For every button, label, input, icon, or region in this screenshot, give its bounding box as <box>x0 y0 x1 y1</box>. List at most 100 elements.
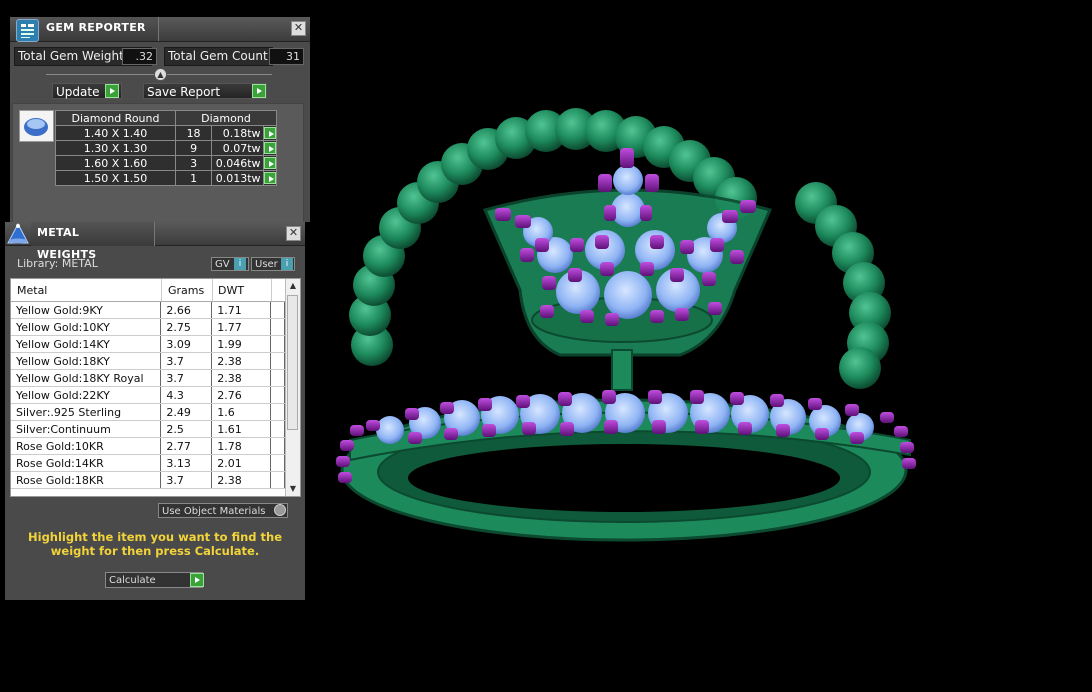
metal-grams: 2.75 <box>160 318 213 336</box>
row-spacer <box>270 386 285 404</box>
metal-weights-panel: METAL WEIGHTS ✕ Library: METAL GV i User… <box>5 222 305 600</box>
update-go-icon[interactable] <box>105 84 119 98</box>
gem-count: 3 <box>174 155 213 171</box>
scroll-up-arrow-icon[interactable]: ▲ <box>286 279 300 293</box>
calculate-go-icon[interactable] <box>190 573 204 587</box>
metal-column-header[interactable]: Metal <box>17 284 47 297</box>
gem-material-header: Diamond <box>175 110 277 126</box>
metal-dwt: 1.78 <box>211 437 271 455</box>
metal-grams: 3.7 <box>160 471 213 489</box>
save-report-button[interactable]: Save Report <box>143 83 267 99</box>
grams-column-header[interactable]: Grams <box>168 284 204 297</box>
metal-list-scrollbar[interactable]: ▲ ▼ <box>285 279 300 496</box>
metal-grams: 2.49 <box>160 403 213 421</box>
metal-weights-close-icon[interactable]: ✕ <box>286 226 301 241</box>
metal-row[interactable]: Yellow Gold:9KY 2.66 1.71 <box>11 302 285 319</box>
gem-size: 1.30 X 1.30 <box>55 140 176 156</box>
gem-row-go-icon[interactable] <box>262 155 278 171</box>
metal-dwt: 2.38 <box>211 471 271 489</box>
total-gem-count-value: 31 <box>269 48 304 65</box>
metal-grams: 3.7 <box>160 352 213 370</box>
gem-table: Diamond Round Diamond 1.40 X 1.40 18 0.1… <box>55 110 278 186</box>
metal-grams: 2.5 <box>160 420 213 438</box>
use-object-materials-button[interactable]: Use Object Materials <box>158 503 288 518</box>
metal-row[interactable]: Yellow Gold:10KY 2.75 1.77 <box>11 318 285 336</box>
row-spacer <box>270 302 285 319</box>
header-divider <box>212 279 213 301</box>
metal-row[interactable]: Yellow Gold:22KY 4.3 2.76 <box>11 386 285 404</box>
gem-report-icon <box>16 19 39 42</box>
metal-name: Yellow Gold:18KY Royal <box>11 369 162 387</box>
metal-dwt: 1.61 <box>211 420 271 438</box>
metal-name: Rose Gold:14KR <box>11 454 162 472</box>
gv-info-icon[interactable]: i <box>234 258 246 270</box>
metal-grams: 3.09 <box>160 335 213 353</box>
gem-row[interactable]: 1.40 X 1.40 18 0.18tw <box>55 125 278 141</box>
scroll-thumb[interactable] <box>287 295 298 430</box>
metal-name: Yellow Gold:18KY <box>11 352 162 370</box>
gem-row-go-icon[interactable] <box>262 170 278 186</box>
metal-grams: 3.7 <box>160 369 213 387</box>
dwt-column-header[interactable]: DWT <box>218 284 244 297</box>
metal-weights-titlebar[interactable]: METAL WEIGHTS ✕ <box>5 222 305 261</box>
metal-grams: 2.77 <box>160 437 213 455</box>
row-spacer <box>270 369 285 387</box>
gem-size: 1.40 X 1.40 <box>55 125 176 141</box>
ring-render <box>336 108 916 542</box>
metal-row[interactable]: Yellow Gold:18KY Royal 3.7 2.38 <box>11 369 285 387</box>
metal-dwt: 2.38 <box>211 352 271 370</box>
gem-row[interactable]: 1.50 X 1.50 1 0.013tw <box>55 170 278 186</box>
row-spacer <box>270 420 285 438</box>
gem-reporter-close-icon[interactable]: ✕ <box>291 21 306 36</box>
metal-row[interactable]: Yellow Gold:14KY 3.09 1.99 <box>11 335 285 353</box>
row-spacer <box>270 335 285 353</box>
total-gem-weight-value: .32 <box>122 48 157 65</box>
gem-shape-header: Diamond Round <box>55 110 176 126</box>
collapse-toggle-icon[interactable]: ▲ <box>154 68 167 81</box>
metal-row[interactable]: Rose Gold:14KR 3.13 2.01 <box>11 454 285 472</box>
metal-dwt: 2.01 <box>211 454 271 472</box>
metal-name: Rose Gold:10KR <box>11 437 162 455</box>
metal-row[interactable]: Yellow Gold:18KY 3.7 2.38 <box>11 352 285 370</box>
metal-row[interactable]: Silver:Continuum 2.5 1.61 <box>11 420 285 438</box>
row-spacer <box>270 471 285 489</box>
metal-table: Yellow Gold:9KY 2.66 1.71 Yellow Gold:10KY… <box>11 302 285 489</box>
metal-weights-icon <box>5 222 31 246</box>
instruction-text: Highlight the item you want to find the … <box>28 530 282 558</box>
ring-3d-viewport[interactable] <box>310 0 1092 688</box>
row-spacer <box>270 454 285 472</box>
metal-dwt: 2.76 <box>211 386 271 404</box>
use-object-materials-toggle-icon[interactable] <box>274 504 286 516</box>
metal-grams: 3.13 <box>160 454 213 472</box>
metal-rows-container: Yellow Gold:9KY 2.66 1.71 Yellow Gold:10KY… <box>11 302 285 489</box>
gem-weight: 0.013tw <box>211 170 264 186</box>
metal-weights-title: METAL WEIGHTS <box>31 222 155 261</box>
total-gem-count-label: Total Gem Count <box>164 47 273 66</box>
gem-weight: 0.046tw <box>211 155 264 171</box>
gem-row[interactable]: 1.60 X 1.60 3 0.046tw <box>55 155 278 171</box>
gem-row-go-icon[interactable] <box>262 125 278 141</box>
metal-name: Rose Gold:18KR <box>11 471 162 489</box>
gem-size: 1.60 X 1.60 <box>55 155 176 171</box>
gem-list-area: Diamond Round Diamond 1.40 X 1.40 18 0.1… <box>12 103 304 223</box>
gv-label: GV <box>215 259 230 270</box>
header-divider <box>161 279 162 301</box>
metal-list[interactable]: Metal Grams DWT Yellow Gold:9KY 2.66 1.71 … <box>10 278 301 497</box>
metal-grams: 4.3 <box>160 386 213 404</box>
metal-dwt: 2.38 <box>211 369 271 387</box>
calculate-label: Calculate <box>109 575 156 586</box>
metal-row[interactable]: Rose Gold:10KR 2.77 1.78 <box>11 437 285 455</box>
save-report-go-icon[interactable] <box>252 84 266 98</box>
user-info-icon[interactable]: i <box>281 258 293 270</box>
metal-row[interactable]: Rose Gold:18KR 3.7 2.38 <box>11 471 285 489</box>
metal-row[interactable]: Silver:.925 Sterling 2.49 1.6 <box>11 403 285 421</box>
gem-row-go-icon[interactable] <box>262 140 278 156</box>
gem-reporter-titlebar[interactable]: GEM REPORTER ✕ <box>10 17 310 42</box>
metal-dwt: 1.77 <box>211 318 271 336</box>
metal-list-header: Metal Grams DWT <box>11 279 285 302</box>
row-spacer <box>270 437 285 455</box>
calculate-button[interactable]: Calculate <box>105 572 203 588</box>
metal-dwt: 1.6 <box>211 403 271 421</box>
gem-row[interactable]: 1.30 X 1.30 9 0.07tw <box>55 140 278 156</box>
scroll-down-arrow-icon[interactable]: ▼ <box>286 482 300 496</box>
